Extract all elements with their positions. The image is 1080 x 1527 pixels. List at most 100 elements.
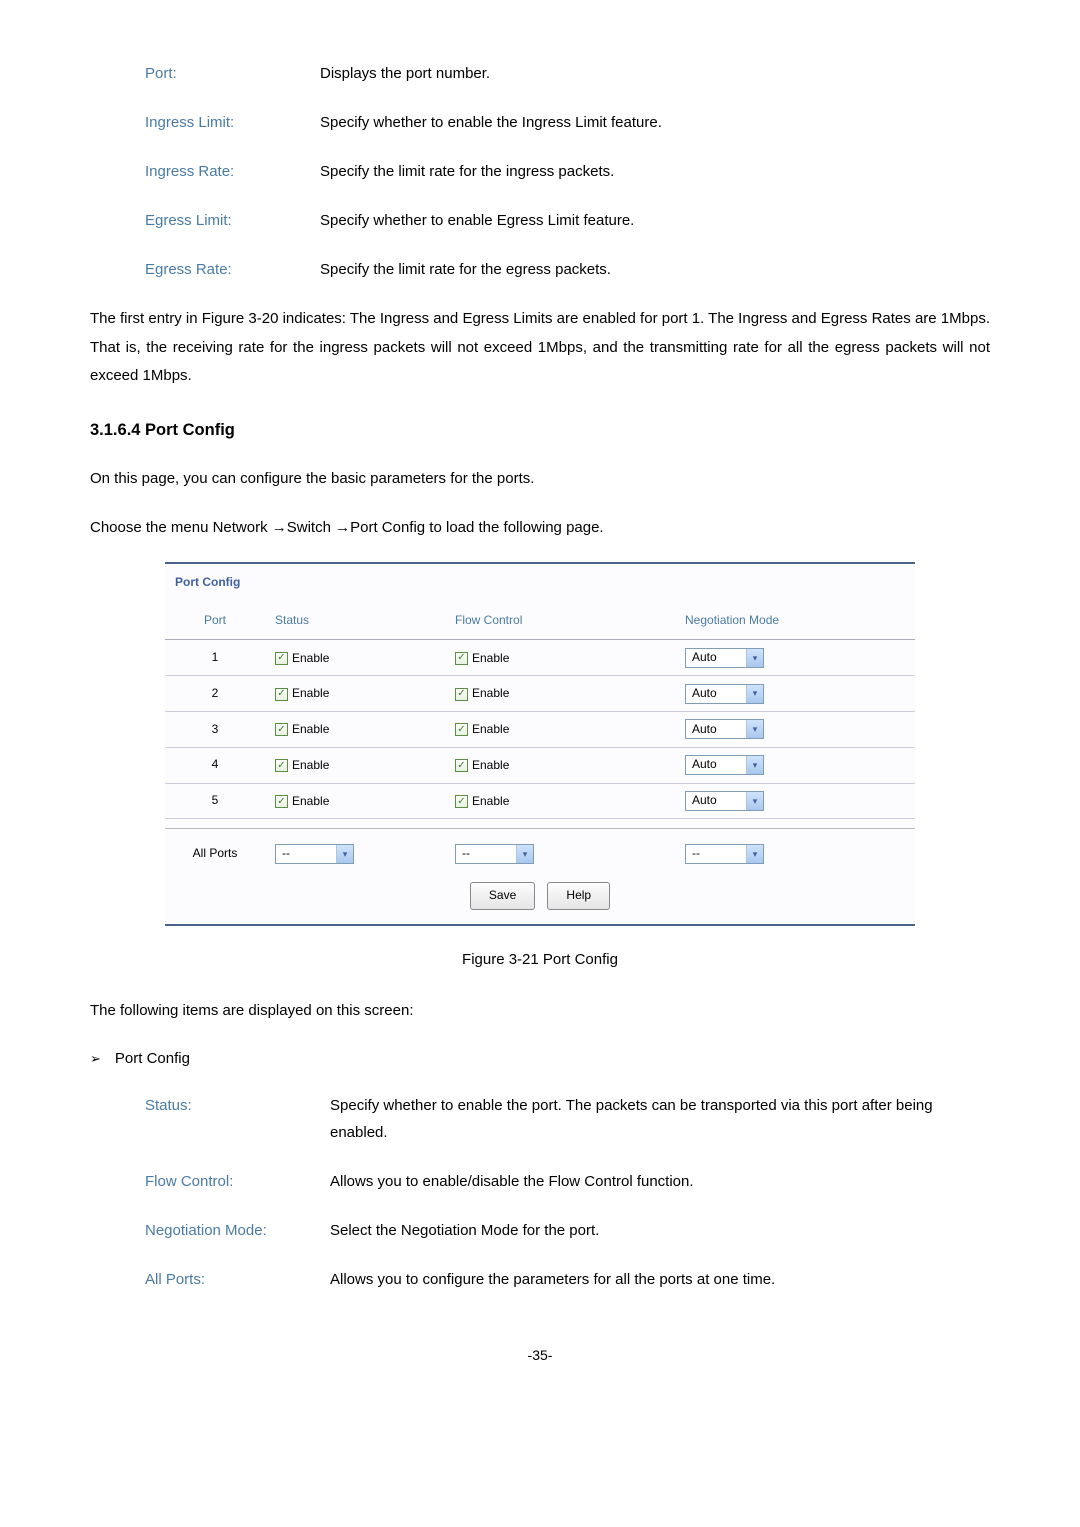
th-flow-control: Flow Control	[445, 602, 675, 640]
figure-title: Port Config	[165, 564, 915, 602]
check-icon: ✓	[275, 723, 288, 736]
flow-control-desc: Allows you to enable/disable the Flow Co…	[330, 1168, 990, 1195]
check-icon: ✓	[275, 759, 288, 772]
status-label: Enable	[292, 683, 329, 705]
status-label: Status:	[145, 1092, 330, 1119]
egress-rate-label: Egress Rate:	[145, 256, 320, 283]
all-ports-label: All Ports	[165, 829, 265, 871]
flow-control-checkbox[interactable]: ✓ Enable	[455, 791, 509, 813]
egress-limit-label: Egress Limit:	[145, 207, 320, 234]
check-icon: ✓	[455, 688, 468, 701]
table-row: 5 ✓ Enable ✓ Enable Auto▾	[165, 783, 915, 819]
th-negotiation-mode: Negotiation Mode	[675, 602, 915, 640]
chevron-down-icon: ▾	[746, 720, 763, 738]
flow-label: Enable	[472, 755, 509, 777]
section-heading-port-config: 3.1.6.4 Port Config	[90, 416, 990, 446]
negotiation-mode-desc: Select the Negotiation Mode for the port…	[330, 1217, 990, 1244]
ingress-limit-label: Ingress Limit:	[145, 109, 320, 136]
flow-control-checkbox[interactable]: ✓ Enable	[455, 683, 509, 705]
bullet-icon: ➢	[90, 1047, 101, 1070]
table-row: 3 ✓ Enable ✓ Enable Auto▾	[165, 711, 915, 747]
port-number: 5	[165, 783, 265, 819]
figure-port-config: Port Config Port Status Flow Control Neg…	[90, 562, 990, 925]
check-icon: ✓	[275, 652, 288, 665]
figure-caption: Figure 3-21 Port Config	[90, 946, 990, 973]
port-config-table: Port Status Flow Control Negotiation Mod…	[165, 602, 915, 871]
status-label: Enable	[292, 719, 329, 741]
flow-label: Enable	[472, 719, 509, 741]
flow-control-checkbox[interactable]: ✓ Enable	[455, 755, 509, 777]
status-checkbox[interactable]: ✓ Enable	[275, 719, 329, 741]
port-label: Port:	[145, 60, 320, 87]
table-row: 2 ✓ Enable ✓ Enable Auto▾	[165, 676, 915, 712]
chevron-down-icon: ▾	[516, 845, 533, 863]
flow-label: Enable	[472, 683, 509, 705]
status-desc: Specify whether to enable the port. The …	[330, 1092, 990, 1146]
negotiation-mode-label: Negotiation Mode:	[145, 1217, 330, 1244]
negotiation-select[interactable]: Auto▾	[685, 684, 764, 704]
chevron-down-icon: ▾	[746, 756, 763, 774]
select-value: Auto	[686, 649, 746, 667]
all-ports-row: All Ports --▾ --▾ --▾	[165, 829, 915, 871]
check-icon: ✓	[275, 688, 288, 701]
status-label: Enable	[292, 648, 329, 670]
chevron-down-icon: ▾	[336, 845, 353, 863]
select-value: Auto	[686, 756, 746, 774]
negotiation-select[interactable]: Auto▾	[685, 648, 764, 668]
port-desc: Displays the port number.	[320, 60, 990, 87]
chevron-down-icon: ▾	[746, 845, 763, 863]
all-ports-desc: Allows you to configure the parameters f…	[330, 1266, 990, 1293]
all-ports-label: All Ports:	[145, 1266, 330, 1293]
bullet-label: Port Config	[115, 1045, 190, 1072]
status-checkbox[interactable]: ✓ Enable	[275, 791, 329, 813]
flow-control-checkbox[interactable]: ✓ Enable	[455, 719, 509, 741]
port-number: 2	[165, 676, 265, 712]
status-checkbox[interactable]: ✓ Enable	[275, 648, 329, 670]
check-icon: ✓	[455, 652, 468, 665]
th-status: Status	[265, 602, 445, 640]
egress-rate-desc: Specify the limit rate for the egress pa…	[320, 256, 990, 283]
bullet-port-config: ➢ Port Config	[90, 1045, 990, 1072]
chevron-down-icon: ▾	[746, 685, 763, 703]
save-button[interactable]: Save	[470, 882, 535, 910]
negotiation-select[interactable]: Auto▾	[685, 755, 764, 775]
ingress-limit-desc: Specify whether to enable the Ingress Li…	[320, 109, 990, 136]
flow-control-label: Flow Control:	[145, 1168, 330, 1195]
paragraph-following-items: The following items are displayed on thi…	[90, 997, 990, 1026]
ingress-rate-label: Ingress Rate:	[145, 158, 320, 185]
flow-label: Enable	[472, 648, 509, 670]
table-row: 4 ✓ Enable ✓ Enable Auto▾	[165, 747, 915, 783]
paragraph-intro: On this page, you can configure the basi…	[90, 465, 990, 494]
chevron-down-icon: ▾	[746, 649, 763, 667]
select-value: Auto	[686, 685, 746, 703]
select-value: --	[276, 845, 336, 863]
all-ports-flow-select[interactable]: --▾	[455, 844, 534, 864]
help-button[interactable]: Help	[547, 882, 610, 910]
check-icon: ✓	[455, 759, 468, 772]
check-icon: ✓	[275, 795, 288, 808]
check-icon: ✓	[455, 723, 468, 736]
egress-limit-desc: Specify whether to enable Egress Limit f…	[320, 207, 990, 234]
negotiation-select[interactable]: Auto▾	[685, 791, 764, 811]
flow-control-checkbox[interactable]: ✓ Enable	[455, 648, 509, 670]
all-ports-status-select[interactable]: --▾	[275, 844, 354, 864]
select-value: --	[456, 845, 516, 863]
status-checkbox[interactable]: ✓ Enable	[275, 683, 329, 705]
port-number: 1	[165, 640, 265, 676]
select-value: Auto	[686, 720, 746, 738]
negotiation-select[interactable]: Auto▾	[685, 719, 764, 739]
status-label: Enable	[292, 791, 329, 813]
all-ports-neg-select[interactable]: --▾	[685, 844, 764, 864]
paragraph-first-entry: The first entry in Figure 3-20 indicates…	[90, 305, 990, 391]
port-number: 3	[165, 711, 265, 747]
check-icon: ✓	[455, 795, 468, 808]
ingress-rate-desc: Specify the limit rate for the ingress p…	[320, 158, 990, 185]
chevron-down-icon: ▾	[746, 792, 763, 810]
status-checkbox[interactable]: ✓ Enable	[275, 755, 329, 777]
flow-label: Enable	[472, 791, 509, 813]
page-number: -35-	[90, 1343, 990, 1368]
port-number: 4	[165, 747, 265, 783]
status-label: Enable	[292, 755, 329, 777]
select-value: Auto	[686, 792, 746, 810]
paragraph-menu-path: Choose the menu Network →Switch →Port Co…	[90, 514, 990, 543]
